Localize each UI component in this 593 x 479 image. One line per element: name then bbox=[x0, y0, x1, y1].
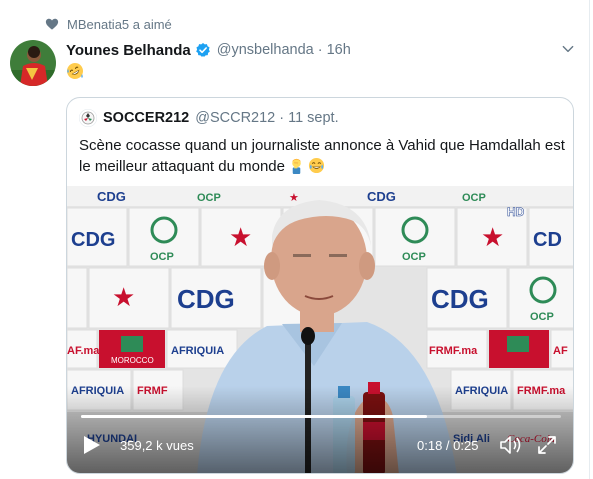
rolling-laughing-emoji bbox=[67, 63, 83, 79]
svg-text:CDG: CDG bbox=[97, 189, 126, 204]
svg-text:OCP: OCP bbox=[150, 251, 174, 263]
quoted-date[interactable]: 11 sept. bbox=[288, 110, 339, 126]
svg-text:★: ★ bbox=[289, 192, 299, 204]
heart-icon bbox=[45, 18, 59, 30]
duration: 0:25 bbox=[453, 438, 479, 453]
svg-text:OCP: OCP bbox=[530, 311, 554, 323]
person-facepalming-emoji bbox=[292, 158, 301, 174]
quoted-avatar[interactable] bbox=[79, 109, 97, 127]
quoted-author-handle[interactable]: @SCCR212 bbox=[195, 110, 275, 126]
svg-text:OCP: OCP bbox=[462, 192, 486, 204]
svg-text:HD: HD bbox=[507, 205, 525, 219]
quoted-header: SOCCER212 @SCCR212 · 11 sept. bbox=[79, 109, 339, 127]
quoted-text-block: Scène cocasse quand un journaliste annon… bbox=[79, 135, 567, 177]
play-icon[interactable] bbox=[83, 435, 101, 455]
svg-text:AFRIQUIA: AFRIQUIA bbox=[171, 345, 224, 357]
video-player[interactable]: CDG OCP ★ CDG OCP CDG OCP ★ OCP ★ CD ★ C… bbox=[67, 186, 573, 473]
time-separator: / bbox=[442, 438, 454, 453]
fullscreen-icon[interactable] bbox=[537, 435, 557, 455]
svg-text:CDG: CDG bbox=[431, 284, 489, 314]
svg-text:★: ★ bbox=[481, 223, 504, 253]
svg-text:CDG: CDG bbox=[367, 189, 396, 204]
svg-text:CD: CD bbox=[533, 229, 562, 251]
separator-dot: · bbox=[317, 42, 323, 58]
view-count: 359,2 k vues bbox=[120, 438, 194, 453]
quoted-separator-dot: · bbox=[279, 110, 285, 126]
svg-text:FRMF.ma: FRMF.ma bbox=[429, 345, 478, 357]
svg-text:AF.ma: AF.ma bbox=[67, 345, 100, 357]
svg-text:AF: AF bbox=[553, 345, 568, 357]
chevron-down-icon[interactable] bbox=[561, 42, 575, 56]
video-progress-track[interactable] bbox=[81, 415, 561, 418]
svg-text:CDG: CDG bbox=[71, 229, 115, 251]
quoted-tweet[interactable]: SOCCER212 @SCCR212 · 11 sept. Scène coca… bbox=[66, 97, 574, 474]
svg-text:MOROCCO: MOROCCO bbox=[111, 356, 154, 365]
tears-of-joy-emoji bbox=[308, 157, 325, 174]
social-context[interactable]: MBenatia5 a aimé bbox=[45, 14, 172, 34]
social-context-text: MBenatia5 a aimé bbox=[67, 16, 172, 32]
svg-text:OCP: OCP bbox=[197, 192, 221, 204]
verified-badge-icon bbox=[195, 43, 210, 57]
svg-text:CDG: CDG bbox=[177, 284, 235, 314]
tweet-header: Younes Belhanda @ynsbelhanda · 16h bbox=[66, 40, 351, 60]
author-name[interactable]: Younes Belhanda bbox=[66, 42, 191, 59]
avatar[interactable] bbox=[10, 40, 56, 86]
tweet-time[interactable]: 16h bbox=[327, 42, 351, 58]
svg-text:OCP: OCP bbox=[402, 251, 426, 263]
volume-icon[interactable] bbox=[499, 435, 523, 455]
svg-text:★: ★ bbox=[112, 283, 135, 313]
current-time: 0:18 bbox=[417, 438, 443, 453]
video-controls: 359,2 k vues 0:18 / 0:25 bbox=[67, 427, 573, 461]
video-progress-fill bbox=[81, 415, 427, 418]
author-handle[interactable]: @ynsbelhanda bbox=[217, 42, 314, 58]
video-time: 0:18 / 0:25 bbox=[417, 438, 478, 453]
timeline-border bbox=[589, 0, 590, 479]
svg-text:★: ★ bbox=[229, 223, 252, 253]
quoted-author-name[interactable]: SOCCER212 bbox=[103, 110, 189, 126]
